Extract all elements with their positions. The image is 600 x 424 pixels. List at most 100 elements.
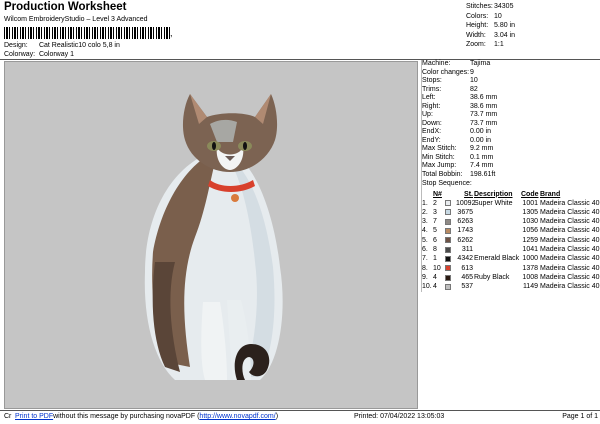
property-row: Right: 38.6 mm bbox=[422, 103, 598, 112]
colorway-row: Colorway: Colorway 1 bbox=[4, 51, 74, 58]
row-code: 1001 bbox=[522, 199, 538, 207]
row-stitches: 6263 bbox=[457, 218, 473, 226]
row-stitches: 613 bbox=[461, 264, 473, 272]
property-value: 82 bbox=[470, 85, 478, 93]
row-code: 1305 bbox=[522, 208, 538, 216]
summary-value: 3.04 in bbox=[494, 31, 516, 39]
summary-value: 34305 bbox=[494, 3, 514, 10]
property-key: Total Bobbin: bbox=[422, 170, 463, 178]
row-index: 10. bbox=[422, 283, 432, 291]
table-row: 4. 5 1743 1056 Madeira Classic 40 bbox=[422, 226, 600, 235]
row-index: 8. bbox=[422, 264, 428, 272]
summary-key: Height: bbox=[466, 22, 489, 29]
row-index: 7. bbox=[422, 255, 428, 263]
row-index: 9. bbox=[422, 273, 428, 281]
footer-cr: Cr bbox=[4, 413, 12, 420]
table-row: 1. 2 10092 Super White 1001 Madeira Classic 4… bbox=[422, 199, 600, 208]
print-to-pdf-link[interactable]: Print to PDF bbox=[15, 413, 53, 420]
table-row: 5. 6 6262 1259 Madeira Classic 40 bbox=[422, 236, 600, 245]
table-row: 7. 1 4342 Emerald Black 1000 Madeira Classic … bbox=[422, 254, 600, 263]
row-stitches: 1743 bbox=[457, 227, 473, 235]
barcode bbox=[4, 27, 172, 39]
design-preview bbox=[4, 61, 418, 409]
software-subtitle: Wilcom EmbroideryStudio – Level 3 Advanc… bbox=[4, 16, 148, 23]
row-brand: Madeira Classic 40 bbox=[540, 199, 600, 207]
printed-date: Printed: 07/04/2022 13:05:03 bbox=[354, 413, 445, 420]
row-description: Emerald Black bbox=[474, 255, 520, 263]
colorway-label: Colorway: bbox=[4, 51, 36, 58]
row-brand: Madeira Classic 40 bbox=[540, 227, 600, 235]
row-stitches: 311 bbox=[461, 245, 473, 253]
color-swatch bbox=[445, 273, 456, 282]
row-code: 1000 bbox=[522, 255, 538, 263]
row-index: 6. bbox=[422, 245, 428, 253]
row-code: 1041 bbox=[522, 245, 538, 253]
row-description bbox=[474, 282, 521, 291]
summary-table: Stitches: 34305 Colors: 10 Height: 5.80 in Wid… bbox=[466, 2, 596, 50]
property-row: Up: 73.7 mm bbox=[422, 111, 598, 120]
property-value: 10 bbox=[470, 77, 478, 84]
property-key: Max Stitch: bbox=[422, 145, 457, 152]
table-row: 2. 3 3675 1305 Madeira Classic 40 bbox=[422, 208, 600, 217]
table-row: 6. 8 311 1041 Madeira Classic 40 bbox=[422, 245, 600, 254]
sequence-table: 1. 2 10092 Super White 1001 Madeira Classic 4… bbox=[422, 199, 600, 292]
row-needle: 7 bbox=[433, 218, 437, 226]
col-n: N# bbox=[433, 190, 442, 198]
row-code: 1149 bbox=[522, 283, 538, 291]
row-index: 3. bbox=[422, 218, 428, 226]
row-stitches: 10092 bbox=[456, 199, 476, 207]
color-swatch bbox=[445, 264, 456, 273]
row-description bbox=[474, 217, 521, 226]
col-st: St. bbox=[464, 190, 473, 198]
property-row: EndY: 0.00 in bbox=[422, 137, 598, 146]
color-swatch bbox=[445, 208, 456, 217]
row-description bbox=[474, 208, 521, 217]
summary-value: 1:1 bbox=[494, 41, 504, 48]
colorway-value: Colorway 1 bbox=[38, 51, 74, 58]
footer-divider bbox=[0, 410, 600, 411]
row-code: 1056 bbox=[522, 227, 538, 235]
row-brand: Madeira Classic 40 bbox=[540, 283, 600, 291]
row-needle: 6 bbox=[433, 236, 437, 244]
property-value: 9.2 mm bbox=[470, 145, 494, 152]
property-row: Machine: Tajima bbox=[422, 60, 598, 69]
row-needle: 10 bbox=[433, 264, 441, 272]
property-value: Tajima bbox=[470, 60, 491, 67]
footer-message: without this message by purchasing novaP… bbox=[53, 413, 200, 420]
row-description bbox=[474, 226, 521, 235]
row-stitches: 6262 bbox=[457, 236, 473, 244]
property-key: Color changes: bbox=[422, 68, 470, 76]
row-stitches: 465 bbox=[461, 273, 473, 281]
property-value: 73.7 mm bbox=[470, 111, 498, 118]
summary-row: Width: 3.04 in bbox=[466, 31, 596, 41]
row-stitches: 537 bbox=[461, 283, 473, 291]
color-swatch bbox=[445, 236, 456, 245]
row-index: 1. bbox=[422, 199, 428, 207]
row-code: 1030 bbox=[522, 218, 538, 226]
property-key: Min Stitch: bbox=[422, 153, 455, 161]
row-description bbox=[474, 236, 521, 245]
property-value: 0.1 mm bbox=[470, 153, 494, 161]
property-row: Color changes: 9 bbox=[422, 69, 598, 78]
row-needle: 4 bbox=[433, 283, 437, 291]
col-swatch bbox=[445, 190, 456, 199]
row-needle: 4 bbox=[433, 273, 437, 281]
property-key: Max Jump: bbox=[422, 162, 457, 169]
row-brand: Madeira Classic 40 bbox=[540, 236, 600, 244]
row-brand: Madeira Classic 40 bbox=[540, 273, 600, 281]
property-key: EndY: bbox=[422, 136, 441, 144]
summary-row: Zoom: 1:1 bbox=[466, 40, 596, 50]
color-swatch bbox=[445, 226, 456, 235]
property-key: Stops: bbox=[422, 77, 442, 84]
property-row: Left: 38.6 mm bbox=[422, 94, 598, 103]
row-code: 1378 bbox=[522, 264, 538, 272]
row-brand: Madeira Classic 40 bbox=[540, 218, 600, 226]
row-code: 1008 bbox=[522, 273, 538, 281]
summary-row: Colors: 10 bbox=[466, 12, 596, 22]
row-needle: 8 bbox=[433, 245, 437, 253]
color-swatch bbox=[445, 245, 456, 254]
property-value: 73.7 mm bbox=[470, 119, 498, 127]
property-key: EndX: bbox=[422, 128, 442, 135]
row-description: Ruby Black bbox=[474, 273, 510, 281]
novapdf-link[interactable]: http://www.novapdf.com/ bbox=[199, 413, 275, 420]
